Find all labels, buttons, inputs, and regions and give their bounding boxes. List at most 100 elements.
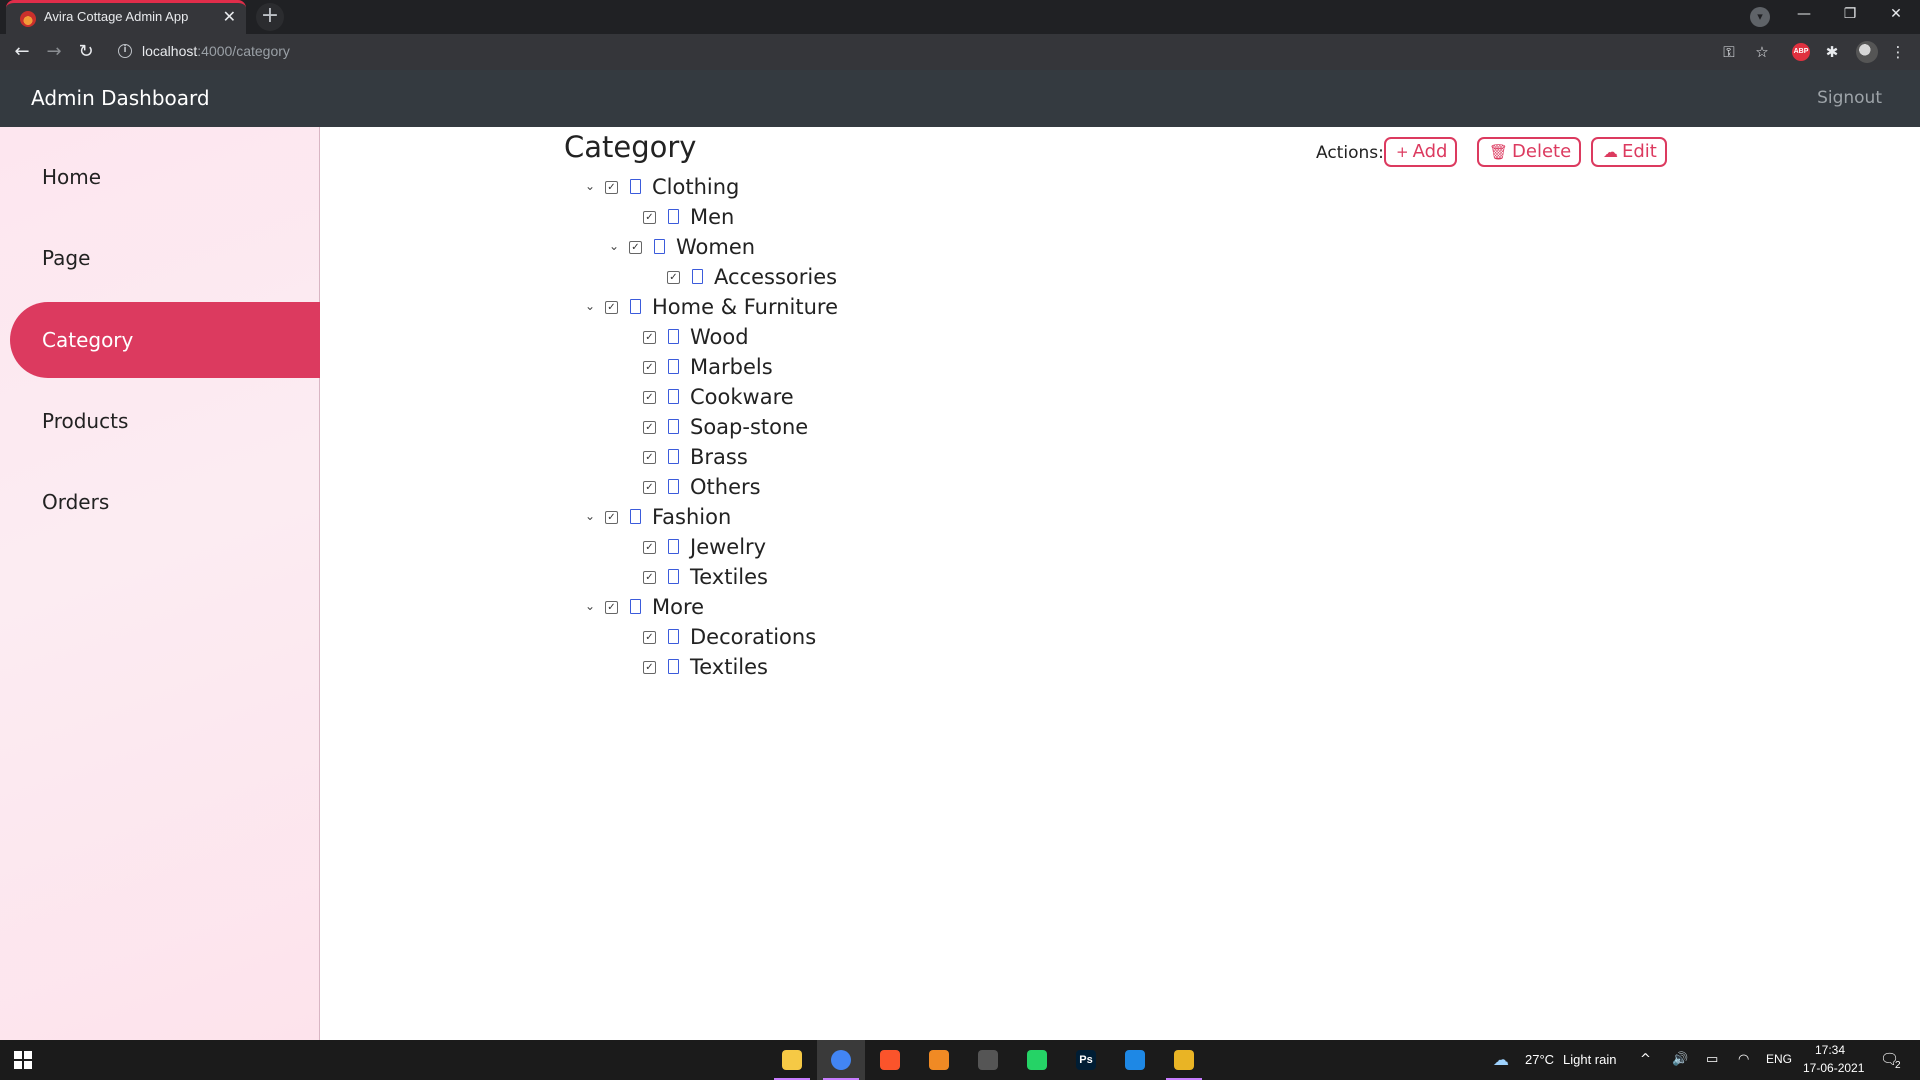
extensions-icon[interactable]: ✱ xyxy=(1822,42,1842,62)
chevron-down-icon[interactable]: ⌄ xyxy=(606,238,622,254)
restore-icon[interactable]: ❐ xyxy=(1827,0,1873,30)
taskbar-obs-icon[interactable] xyxy=(964,1040,1012,1080)
tree-node-label[interactable]: Textiles xyxy=(690,562,768,592)
tree-checkbox[interactable]: ✓ xyxy=(643,631,656,644)
wifi-icon[interactable]: ◠ xyxy=(1738,1052,1749,1067)
tree-node[interactable]: ⌄ ✓ More xyxy=(0,592,704,622)
tree-node[interactable]: ✓ Soap-stone xyxy=(0,412,808,442)
info-icon[interactable]: i xyxy=(118,44,132,58)
tree-node[interactable]: ✓ Marbels xyxy=(0,352,773,382)
tree-checkbox[interactable]: ✓ xyxy=(643,661,656,674)
taskbar-whatsapp-icon[interactable] xyxy=(1013,1040,1061,1080)
battery-icon[interactable]: ▭ xyxy=(1706,1052,1718,1067)
tree-checkbox[interactable]: ✓ xyxy=(629,241,642,254)
weather-desc[interactable]: Light rain xyxy=(1563,1052,1616,1067)
browser-tab[interactable]: Avira Cottage Admin App ✕ xyxy=(6,0,246,34)
chevron-down-icon[interactable]: ⌄ xyxy=(582,598,598,614)
tree-checkbox[interactable]: ✓ xyxy=(643,361,656,374)
chevron-down-icon[interactable]: ⌄ xyxy=(582,508,598,524)
tab-search-icon[interactable]: ▾ xyxy=(1750,7,1770,27)
star-icon[interactable]: ☆ xyxy=(1752,42,1772,62)
tree-node[interactable]: ✓ Jewelry xyxy=(0,532,766,562)
taskbar-vlc-icon[interactable] xyxy=(915,1040,963,1080)
key-icon[interactable]: ⚿ xyxy=(1719,42,1739,62)
tree-node[interactable]: ✓ Cookware xyxy=(0,382,794,412)
tree-node[interactable]: ⌄ ✓ Women xyxy=(0,232,755,262)
tree-node-label[interactable]: Clothing xyxy=(652,172,739,202)
tree-checkbox[interactable]: ✓ xyxy=(605,181,618,194)
tree-node-label[interactable]: Fashion xyxy=(652,502,731,532)
new-tab-button[interactable]: + xyxy=(256,3,284,31)
tree-node[interactable]: ⌄ ✓ Clothing xyxy=(0,172,739,202)
tree-checkbox[interactable]: ✓ xyxy=(605,301,618,314)
tree-node[interactable]: ⌄ ✓ Fashion xyxy=(0,502,731,532)
window-close-icon[interactable]: ✕ xyxy=(1873,0,1919,30)
tree-node-label[interactable]: Wood xyxy=(690,322,749,352)
tree-node[interactable]: ✓ Men xyxy=(0,202,734,232)
tree-node[interactable]: ⌄ ✓ Home & Furniture xyxy=(0,292,838,322)
tree-checkbox[interactable]: ✓ xyxy=(605,601,618,614)
tree-checkbox[interactable]: ✓ xyxy=(667,271,680,284)
chevron-up-icon[interactable]: ^ xyxy=(1640,1052,1651,1067)
tree-node-label[interactable]: Women xyxy=(676,232,755,262)
close-tab-icon[interactable]: ✕ xyxy=(223,7,236,26)
tree-checkbox[interactable]: ✓ xyxy=(643,451,656,464)
tree-node-label[interactable]: Marbels xyxy=(690,352,773,382)
tree-checkbox[interactable]: ✓ xyxy=(643,211,656,224)
tree-node-label[interactable]: Cookware xyxy=(690,382,794,412)
url-text[interactable]: localhost:4000/category xyxy=(142,43,290,59)
adblock-icon[interactable]: ABP xyxy=(1792,43,1810,61)
brand-title[interactable]: Admin Dashboard xyxy=(31,86,210,110)
menu-icon[interactable]: ⋮ xyxy=(1888,42,1908,62)
clock-date[interactable]: 17-06-2021 xyxy=(1803,1061,1864,1075)
taskbar-file-explorer-icon[interactable] xyxy=(768,1040,816,1080)
tree-checkbox[interactable]: ✓ xyxy=(643,421,656,434)
profile-avatar[interactable] xyxy=(1856,41,1878,63)
tree-checkbox[interactable]: ✓ xyxy=(643,571,656,584)
tree-checkbox[interactable]: ✓ xyxy=(605,511,618,524)
tree-node[interactable]: ✓ Brass xyxy=(0,442,748,472)
tree-checkbox[interactable]: ✓ xyxy=(643,541,656,554)
tree-node[interactable]: ✓ Decorations xyxy=(0,622,816,652)
weather-cloud-icon[interactable]: ☁ xyxy=(1493,1050,1509,1069)
tree-node[interactable]: ✓ Textiles xyxy=(0,562,768,592)
weather-temp[interactable]: 27°C xyxy=(1525,1052,1554,1067)
windows-start-icon[interactable] xyxy=(14,1051,32,1069)
tree-node-label[interactable]: More xyxy=(652,592,704,622)
delete-button[interactable]: 🗑 Delete xyxy=(1477,137,1582,167)
tree-node-label[interactable]: Soap-stone xyxy=(690,412,808,442)
add-button[interactable]: + Add xyxy=(1384,137,1458,167)
tree-node-label[interactable]: Textiles xyxy=(690,652,768,682)
minimize-icon[interactable]: — xyxy=(1781,0,1827,30)
tree-node-label[interactable]: Others xyxy=(690,472,761,502)
signout-link[interactable]: Signout xyxy=(1817,88,1882,108)
language-indicator[interactable]: ENG xyxy=(1766,1052,1792,1066)
tree-checkbox[interactable]: ✓ xyxy=(643,391,656,404)
tree-node-label[interactable]: Men xyxy=(690,202,734,232)
edit-button[interactable]: ☁ Edit xyxy=(1591,137,1667,167)
taskbar-chrome-icon[interactable] xyxy=(817,1040,865,1080)
tree-node-label[interactable]: Accessories xyxy=(714,262,837,292)
clock-time[interactable]: 17:34 xyxy=(1815,1043,1845,1057)
forward-arrow-icon[interactable]: → xyxy=(42,40,66,64)
tree-node-label[interactable]: Decorations xyxy=(690,622,816,652)
chevron-down-icon[interactable]: ⌄ xyxy=(582,298,598,314)
reload-icon[interactable]: ↻ xyxy=(74,40,98,64)
taskbar-vscode-icon[interactable] xyxy=(1111,1040,1159,1080)
chevron-down-icon[interactable]: ⌄ xyxy=(582,178,598,194)
tree-node[interactable]: ✓ Textiles xyxy=(0,652,768,682)
tree-node[interactable]: ✓ Accessories xyxy=(0,262,837,292)
taskbar-photoshop-icon[interactable]: Ps xyxy=(1062,1040,1110,1080)
tree-node-label[interactable]: Jewelry xyxy=(690,532,766,562)
tree-checkbox[interactable]: ✓ xyxy=(643,331,656,344)
tree-node-label[interactable]: Home & Furniture xyxy=(652,292,838,322)
tree-checkbox[interactable]: ✓ xyxy=(643,481,656,494)
volume-icon[interactable]: 🔊 xyxy=(1672,1052,1688,1067)
taskbar-brave-icon[interactable] xyxy=(866,1040,914,1080)
taskbar-git-icon[interactable] xyxy=(1160,1040,1208,1080)
address-bar[interactable]: i localhost:4000/category xyxy=(108,38,1708,66)
back-arrow-icon[interactable]: ← xyxy=(10,40,34,64)
tree-node[interactable]: ✓ Wood xyxy=(0,322,749,352)
tree-node-label[interactable]: Brass xyxy=(690,442,748,472)
tree-node[interactable]: ✓ Others xyxy=(0,472,761,502)
